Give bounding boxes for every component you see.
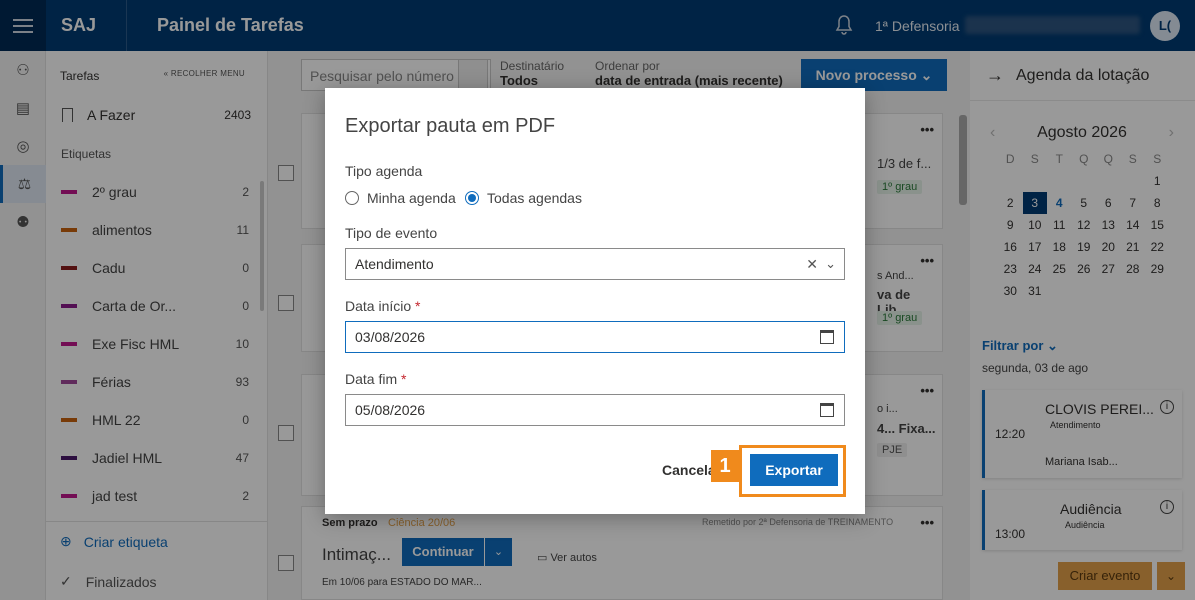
calendar-icon[interactable] [820, 403, 834, 417]
end-date-field[interactable]: 05/08/2026 [345, 394, 845, 426]
agenda-type-label: Tipo agenda [345, 163, 423, 179]
export-button[interactable]: Exportar [750, 454, 838, 486]
start-date-label: Data início * [345, 298, 421, 314]
cancel-button[interactable]: Cancela [662, 462, 716, 478]
export-highlight: Exportar [739, 445, 846, 497]
required-marker: * [401, 371, 407, 387]
radio-label: Todas agendas [487, 190, 582, 206]
chevron-down-icon[interactable]: ⌄ [825, 249, 836, 279]
end-date-text: Data fim [345, 371, 398, 387]
event-type-value: Atendimento [355, 256, 434, 272]
end-date-value: 05/08/2026 [355, 402, 426, 418]
end-date-label: Data fim * [345, 371, 406, 387]
radio-todas-agendas[interactable]: Todas agendas [465, 190, 582, 206]
step-badge: 1 [711, 450, 739, 482]
radio-label: Minha agenda [367, 190, 456, 206]
event-type-select[interactable]: Atendimento ✕ ⌄ [345, 248, 845, 280]
radio-circle-selected [465, 191, 479, 205]
required-marker: * [415, 298, 421, 314]
start-date-value: 03/08/2026 [355, 329, 426, 345]
event-type-label: Tipo de evento [345, 225, 438, 241]
radio-circle [345, 191, 359, 205]
start-date-field[interactable]: 03/08/2026 [345, 321, 845, 353]
export-pdf-dialog: Exportar pauta em PDF Tipo agenda Minha … [325, 88, 865, 514]
clear-icon[interactable]: ✕ [806, 249, 818, 279]
calendar-icon[interactable] [820, 330, 834, 344]
radio-minha-agenda[interactable]: Minha agenda [345, 190, 456, 206]
dialog-title: Exportar pauta em PDF [345, 115, 556, 137]
start-date-text: Data início [345, 298, 412, 314]
